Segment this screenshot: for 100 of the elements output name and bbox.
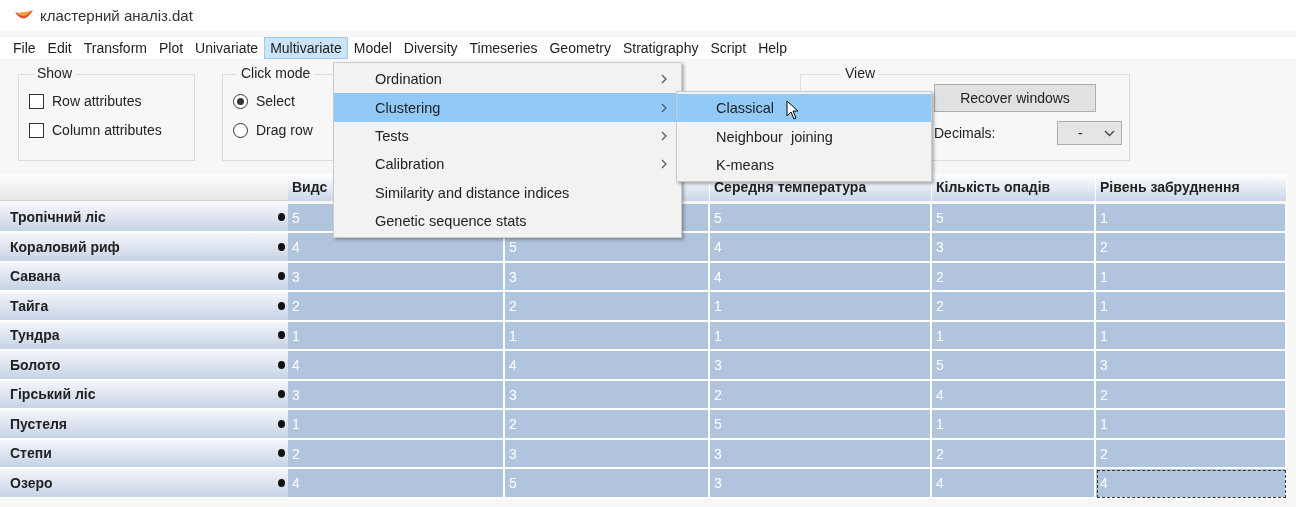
menu-item[interactable]: Transform [77, 37, 153, 59]
row-name: Пустеля [10, 415, 67, 432]
radio-label: Select [256, 93, 295, 109]
row-marker-icon [278, 242, 285, 251]
table-cell: 5 [505, 469, 710, 499]
chevron-right-icon [661, 102, 667, 113]
menu-item[interactable]: Univariate [189, 37, 265, 59]
table-cell: 2 [710, 380, 932, 410]
group-title: View [841, 65, 880, 81]
table-cell: 3 [288, 262, 505, 292]
menu-item[interactable]: File [7, 37, 42, 59]
row-marker-icon [278, 213, 285, 222]
table-cell: 3 [288, 380, 505, 410]
row-marker-icon [278, 390, 285, 399]
column-header[interactable]: Кількість опадів [932, 174, 1096, 201]
table-cell: 1 [932, 410, 1096, 440]
row-header[interactable]: Степи [0, 439, 288, 469]
decimals-select[interactable]: - [1057, 121, 1122, 145]
table-cell: 1 [932, 321, 1096, 351]
table-cell: 3 [710, 351, 932, 381]
table-cell: 4 [710, 262, 932, 292]
row-name: Савана [10, 268, 61, 285]
row-marker-icon [278, 272, 285, 281]
row-header[interactable]: Болото [0, 351, 288, 381]
row-marker-icon [278, 301, 285, 310]
table-cell: 3 [710, 439, 932, 469]
chevron-right-icon [661, 159, 667, 170]
row-header[interactable]: Озеро [0, 469, 288, 499]
mouse-pointer-icon [786, 100, 800, 121]
group-title: Show [33, 65, 77, 81]
table-cell: 3 [710, 469, 932, 499]
row-header[interactable]: Тайга [0, 292, 288, 322]
menu-item[interactable]: Model [347, 37, 398, 59]
table-cell: 2 [505, 292, 710, 322]
table-cell: 3 [505, 262, 710, 292]
row-marker-icon [278, 360, 285, 369]
chevron-down-icon [1104, 129, 1115, 137]
row-header[interactable]: Пустеля [0, 410, 288, 440]
table-cell: 2 [1096, 439, 1287, 469]
table-cell: 2 [1096, 380, 1287, 410]
menu-option[interactable]: Classical [677, 94, 931, 123]
menu-item[interactable]: Script [704, 37, 753, 59]
row-name: Озеро [10, 474, 53, 491]
menu-item[interactable]: Geometry [543, 37, 617, 59]
table-cell: 3 [505, 439, 710, 469]
table-cell: 2 [932, 262, 1096, 292]
table-cell: 1 [1096, 262, 1287, 292]
table-cell: 1 [1096, 203, 1287, 233]
menu-item[interactable]: Diversity [397, 37, 464, 59]
row-name: Кораловий риф [10, 238, 120, 255]
chevron-right-icon [661, 130, 667, 141]
menu-item[interactable]: Help [752, 37, 793, 59]
menu-item[interactable]: Multivariate [264, 37, 348, 59]
row-header[interactable]: Тундра [0, 321, 288, 351]
radio-button[interactable] [233, 122, 248, 138]
app-icon [14, 8, 34, 22]
column-header[interactable]: Рівень забруднення [1096, 174, 1287, 201]
table-cell: 4 [1096, 469, 1287, 499]
menu-item[interactable]: Plot [152, 37, 190, 59]
table-cell: 2 [288, 292, 505, 322]
table-cell: 5 [710, 410, 932, 440]
table-cell: 5 [932, 351, 1096, 381]
row-header[interactable]: Гірський ліс [0, 380, 288, 410]
table-cell: 3 [1096, 351, 1287, 381]
table-cell: 2 [288, 439, 505, 469]
recover-windows-button[interactable]: Recover windows [934, 84, 1096, 112]
table-cell: 2 [505, 410, 710, 440]
row-name: Степи [10, 445, 52, 462]
window-title: кластерний аналіз.dat [40, 6, 193, 24]
table-cell: 4 [288, 469, 505, 499]
group-title: Click mode [237, 65, 315, 81]
row-name: Тайга [10, 297, 49, 314]
row-marker-icon [278, 478, 285, 487]
menu-item[interactable]: Stratigraphy [616, 37, 705, 59]
table-cell: 4 [932, 469, 1096, 499]
row-marker-icon [278, 449, 285, 458]
table-cell: 1 [710, 292, 932, 322]
table-cell: 2 [1096, 233, 1287, 263]
table-cell: 2 [932, 292, 1096, 322]
radio-button[interactable] [233, 93, 248, 109]
row-header[interactable]: Кораловий риф [0, 233, 288, 263]
table-cell: 1 [505, 321, 710, 351]
table-cell: 5 [932, 203, 1096, 233]
decimals-label: Decimals: [934, 125, 996, 141]
checkbox-label: Row attributes [52, 93, 142, 109]
row-header[interactable]: Савана [0, 262, 288, 292]
table-cell: 1 [1096, 410, 1287, 440]
menu-item[interactable]: Timeseries [463, 37, 544, 59]
menu-item[interactable]: Edit [41, 37, 78, 59]
checkbox[interactable] [29, 122, 44, 138]
radio-label: Drag row [256, 122, 313, 138]
row-name: Гірський ліс [10, 386, 96, 403]
checkbox-label: Column attributes [52, 122, 162, 138]
checkbox[interactable] [29, 93, 44, 109]
row-header[interactable]: Тропічний ліс [0, 203, 288, 233]
table-cell: 1 [710, 321, 932, 351]
menu-option[interactable]: Ordination [334, 65, 681, 94]
table-cell: 4 [932, 380, 1096, 410]
row-marker-icon [278, 331, 285, 340]
table-cell: 5 [710, 203, 932, 233]
